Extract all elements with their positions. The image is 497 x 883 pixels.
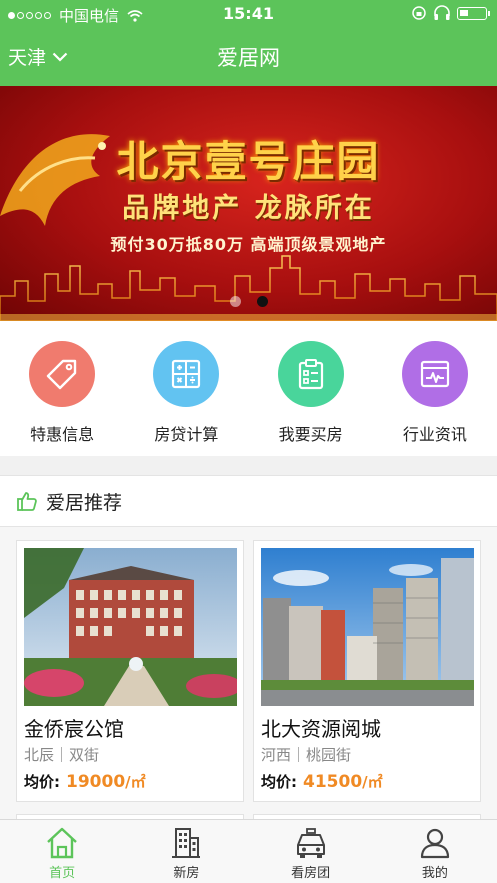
rotation-lock-icon [412, 6, 426, 20]
tab-home[interactable]: 首页 [0, 820, 124, 883]
banner-subtitle: 品牌地产 龙脉所在 [122, 193, 375, 224]
listing-grid: 金侨宸公馆 北辰｜双街 均价: 19000 /㎡ 北大资源阅城 河西｜桃园街 均… [0, 527, 497, 822]
section-title: 爱居推荐 [46, 491, 123, 514]
thumbs-up-icon [17, 492, 37, 511]
listing-price: 19000 [66, 772, 126, 792]
tab-new-house[interactable]: 新房 [124, 820, 248, 883]
tab-tour-group[interactable]: 看房团 [249, 820, 373, 883]
promo-banner[interactable]: 北京壹号庄园 品牌地产 龙脉所在 预付30万抵80万 高端顶级景观地产 [0, 86, 497, 321]
clipboard-icon [277, 341, 344, 407]
quick-entry-label: 我要买房 [278, 425, 343, 444]
listing-card[interactable]: 北大资源阅城 河西｜桃园街 均价: 41500 /㎡ [253, 540, 481, 802]
headphones-icon [434, 5, 450, 20]
top-bar: 中国电信 15:41 天津 爱居网 [0, 0, 497, 86]
listing-name: 北大资源阅城 [261, 717, 381, 741]
tag-icon [29, 341, 96, 407]
battery-icon [457, 6, 490, 20]
car-icon [296, 828, 325, 858]
quick-entry-discount[interactable]: 特惠信息 [0, 321, 124, 456]
listing-card[interactable]: 金侨宸公馆 北辰｜双街 均价: 19000 /㎡ [16, 540, 244, 802]
price-label: 均价: [261, 773, 297, 791]
nav-bar: 天津 爱居网 [0, 36, 497, 76]
recommend-section-header: 爱居推荐 [0, 475, 497, 527]
price-label: 均价: [24, 773, 60, 791]
listing-price: 41500 [303, 772, 363, 792]
tab-label: 看房团 [291, 866, 331, 881]
user-icon [420, 828, 449, 859]
banner-pager[interactable] [0, 296, 497, 307]
pager-dot-active[interactable] [256, 296, 268, 307]
quick-entries: 特惠信息 房贷计算 我要买房 行业资讯 [0, 321, 497, 456]
tab-profile[interactable]: 我的 [373, 820, 497, 883]
listing-photo [24, 548, 237, 706]
listing-price-row: 均价: 41500 /㎡ [261, 771, 383, 792]
quick-entry-label: 特惠信息 [30, 425, 95, 444]
listing-photo [261, 548, 474, 706]
skyline-decoration [0, 255, 497, 321]
tab-label: 新房 [173, 866, 200, 881]
price-unit: /㎡ [362, 773, 383, 791]
listing-area: 北辰｜双街 [24, 746, 100, 764]
banner-title: 北京壹号庄园 [116, 137, 381, 186]
listing-area: 河西｜桃园街 [261, 746, 352, 764]
home-icon [47, 827, 77, 859]
quick-entry-label: 行业资讯 [402, 425, 467, 444]
calculator-icon [153, 341, 220, 407]
listing-name: 金侨宸公馆 [24, 717, 124, 741]
price-unit: /㎡ [125, 773, 146, 791]
quick-entry-industry-news[interactable]: 行业资讯 [373, 321, 497, 456]
listing-price-row: 均价: 19000 /㎡ [24, 771, 146, 792]
tab-label: 我的 [421, 866, 448, 881]
building-icon [172, 828, 201, 858]
quick-entry-buy-house[interactable]: 我要买房 [249, 321, 373, 456]
status-bar: 中国电信 15:41 [0, 0, 497, 28]
tab-bar: 首页 新房 看房团 我的 [0, 819, 497, 883]
tab-label: 首页 [49, 866, 76, 881]
pager-dot[interactable] [229, 296, 241, 307]
monitor-chart-icon [401, 341, 468, 407]
page-title: 爱居网 [217, 46, 280, 70]
quick-entry-loan-calc[interactable]: 房贷计算 [124, 321, 248, 456]
quick-entry-label: 房贷计算 [154, 425, 219, 444]
